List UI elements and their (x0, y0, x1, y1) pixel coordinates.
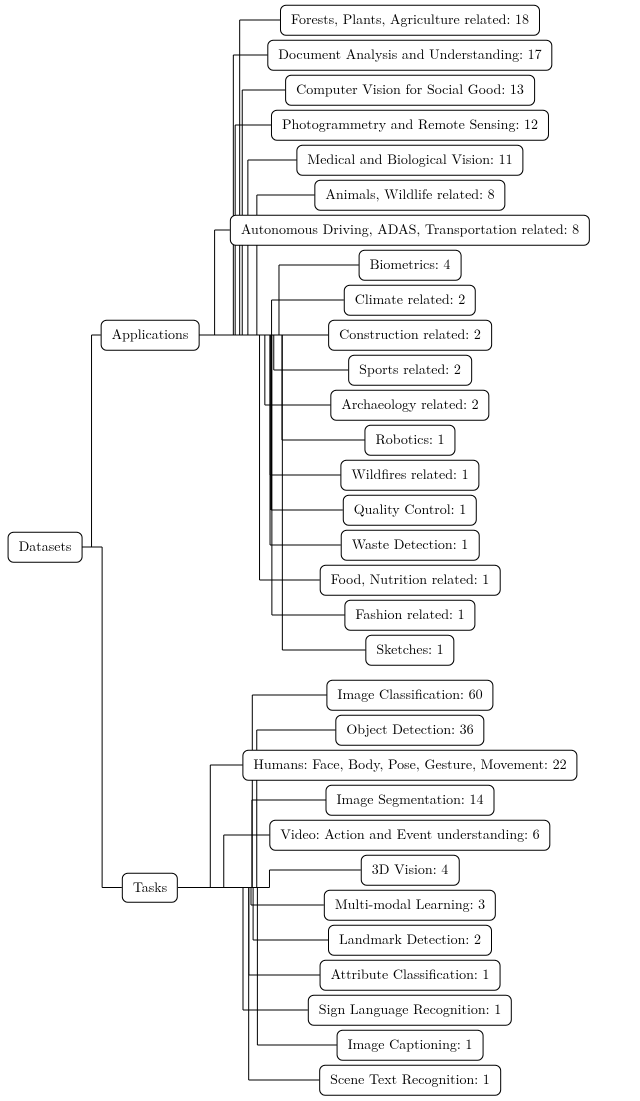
leaf-task-5: 3D Vision: 4 (361, 855, 460, 886)
leaf-task-0: Image Classification: 60 (326, 680, 493, 711)
root-node: Datasets (8, 532, 83, 563)
leaf-task-4: Video: Action and Event understanding: 6 (269, 820, 550, 851)
leaf-app-1: Document Analysis and Understanding: 17 (267, 40, 552, 71)
leaf-app-2: Computer Vision for Social Good: 13 (285, 75, 535, 106)
leaf-app-0: Forests, Plants, Agriculture related: 18 (280, 5, 540, 36)
leaf-app-4: Medical and Biological Vision: 11 (296, 145, 523, 176)
leaf-app-13: Wildfires related: 1 (340, 460, 479, 491)
leaf-task-10: Image Captioning: 1 (337, 1030, 484, 1061)
leaf-task-9: Sign Language Recognition: 1 (308, 995, 512, 1026)
leaf-app-5: Animals, Wildlife related: 8 (314, 180, 505, 211)
leaf-app-12: Robotics: 1 (364, 425, 455, 456)
leaf-app-10: Sports related: 2 (348, 355, 472, 386)
leaf-task-3: Image Segmentation: 14 (326, 785, 495, 816)
leaf-app-18: Sketches: 1 (365, 635, 454, 666)
leaf-task-11: Scene Text Recognition: 1 (319, 1065, 501, 1096)
leaf-app-6: Autonomous Driving, ADAS, Transportation… (230, 215, 590, 246)
leaf-task-1: Object Detection: 36 (335, 715, 484, 746)
leaf-app-11: Archaeology related: 2 (330, 390, 489, 421)
leaf-task-8: Attribute Classification: 1 (320, 960, 501, 991)
leaf-app-15: Waste Detection: 1 (341, 530, 480, 561)
leaf-task-6: Multi-modal Learning: 3 (324, 890, 496, 921)
leaf-app-17: Fashion related: 1 (344, 600, 475, 631)
leaf-app-3: Photogrammetry and Remote Sensing: 12 (271, 110, 549, 141)
leaf-app-14: Quality Control: 1 (343, 495, 477, 526)
leaf-app-7: Biometrics: 4 (359, 250, 462, 281)
branch-applications: Applications (101, 320, 200, 351)
leaf-task-7: Landmark Detection: 2 (328, 925, 492, 956)
branch-tasks: Tasks (122, 872, 178, 903)
leaf-task-2: Humans: Face, Body, Pose, Gesture, Movem… (242, 750, 577, 781)
leaf-app-16: Food, Nutrition related: 1 (320, 565, 501, 596)
leaf-app-8: Climate related: 2 (344, 285, 476, 316)
leaf-app-9: Construction related: 2 (328, 320, 492, 351)
